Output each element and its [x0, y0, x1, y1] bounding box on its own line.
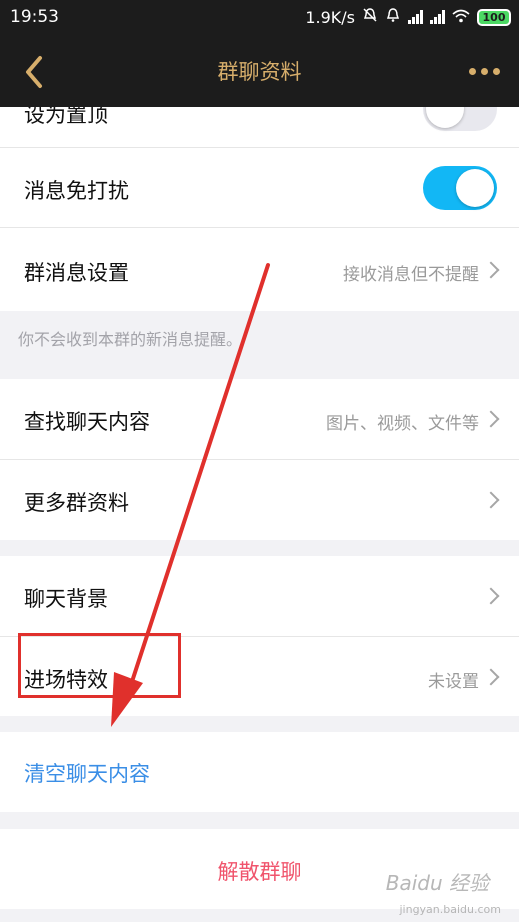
status-time: 19:53 [10, 7, 59, 27]
status-icons: 1.9K/s 100 [305, 7, 511, 27]
message-setting-row[interactable]: 群消息设置 接收消息但不提醒 [0, 228, 519, 311]
entry-effect-value: 未设置 [428, 672, 479, 692]
annotation-highlight-box [18, 633, 181, 698]
mute-icon [362, 7, 378, 27]
chevron-right-icon [482, 491, 500, 509]
more-info-label: 更多群资料 [24, 491, 129, 515]
do-not-disturb-label: 消息免打扰 [24, 179, 129, 203]
clear-history-label: 清空聊天内容 [24, 762, 150, 786]
more-button[interactable] [469, 62, 505, 80]
search-history-value: 图片、视频、文件等 [326, 414, 479, 434]
search-history-row[interactable]: 查找聊天内容 图片、视频、文件等 [0, 379, 519, 459]
chevron-right-icon [482, 668, 500, 686]
more-info-row[interactable]: 更多群资料 [0, 460, 519, 540]
status-bar: 19:53 1.9K/s 100 [0, 0, 519, 36]
battery-icon: 100 [477, 8, 511, 26]
nav-bar: 群聊资料 [0, 36, 519, 107]
chevron-right-icon [482, 587, 500, 605]
more-dots-icon [469, 67, 476, 75]
pin-top-row[interactable]: 设为置顶 [0, 107, 519, 147]
do-not-disturb-toggle[interactable] [423, 166, 497, 210]
pin-top-label: 设为置顶 [24, 107, 108, 127]
chat-background-row[interactable]: 聊天背景 [0, 556, 519, 636]
watermark-url: jingyan.baidu.com [399, 903, 501, 916]
wifi-icon [452, 8, 470, 27]
do-not-disturb-row[interactable]: 消息免打扰 [0, 148, 519, 227]
search-history-label: 查找聊天内容 [24, 410, 150, 434]
page-title: 群聊资料 [217, 60, 302, 84]
signal-icon-2 [430, 10, 445, 24]
network-speed: 1.9K/s [305, 7, 355, 27]
watermark-logo: Baidu 经验 [385, 871, 489, 895]
signal-icon [408, 10, 423, 24]
notification-note: 你不会收到本群的新消息提醒。 [18, 330, 243, 349]
settings-list[interactable]: 设为置顶 消息免打扰 群消息设置 接收消息但不提醒 你不会收到本群的新消息提醒。… [0, 107, 519, 922]
chevron-right-icon [482, 410, 500, 428]
message-setting-label: 群消息设置 [24, 261, 129, 285]
chat-background-label: 聊天背景 [24, 587, 108, 611]
chevron-right-icon [482, 261, 500, 279]
alarm-bell-icon [385, 7, 401, 27]
message-setting-value: 接收消息但不提醒 [343, 265, 479, 285]
pin-top-toggle[interactable] [423, 107, 497, 131]
clear-history-row[interactable]: 清空聊天内容 [0, 732, 519, 812]
